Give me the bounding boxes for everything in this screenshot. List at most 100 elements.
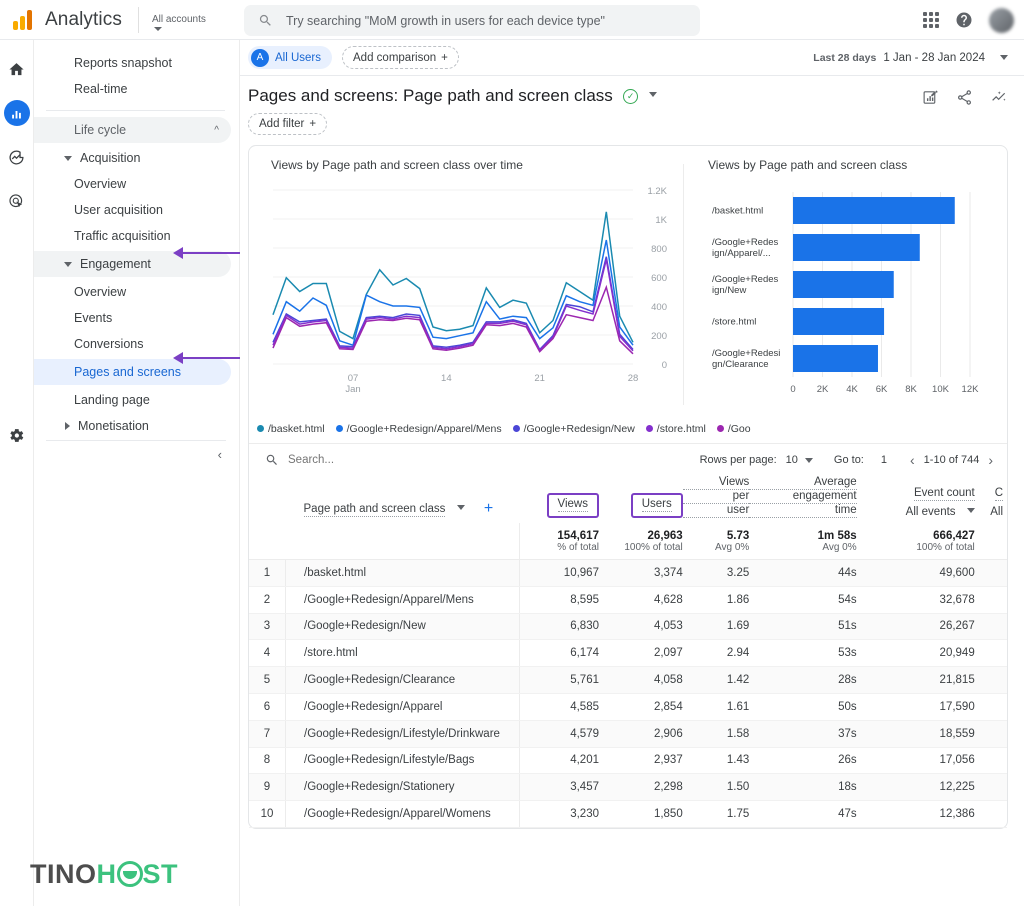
- bar[interactable]: [793, 197, 955, 224]
- bar[interactable]: [793, 308, 885, 335]
- share-icon[interactable]: [956, 89, 973, 106]
- table-search-input[interactable]: [288, 454, 488, 466]
- row-page-path: /Google+Redesign/Lifestyle/Drinkware: [285, 720, 521, 748]
- rows-per-page-select[interactable]: 10: [786, 454, 813, 466]
- table-row[interactable]: 8/Google+Redesign/Lifestyle/Bags 4,201 2,9…: [249, 747, 1007, 775]
- table-row[interactable]: 6/Google+Redesign/Apparel 4,585 2,854 1.61 5…: [249, 693, 1007, 721]
- bar-chart-title: Views by Page path and screen class: [708, 158, 908, 172]
- row-page-path: /Google+Redesign/Apparel/Womens: [285, 800, 521, 828]
- audience-avatar: A: [251, 48, 269, 67]
- event-filter-value[interactable]: All events: [906, 506, 956, 518]
- row-event-count: 32,678: [856, 586, 975, 614]
- bar-chart[interactable]: 0 2K 4K 6K 8K 10K 12K/basket.html/Google+Redes…: [708, 178, 993, 406]
- table-row[interactable]: 3/Google+Redesign/New 6,830 4,053 1.69 51s 26…: [249, 613, 1007, 641]
- home-icon[interactable]: [4, 56, 30, 82]
- plus-icon: +: [441, 51, 448, 64]
- row-page-path: /Google+Redesign/Apparel: [285, 693, 521, 721]
- sidebar-item-engagement-overview[interactable]: Overview: [34, 279, 231, 305]
- divider: [137, 6, 139, 33]
- column-header-views[interactable]: Views: [520, 476, 599, 523]
- table-row[interactable]: 5/Google+Redesign/Clearance 5,761 4,058 1.4…: [249, 666, 1007, 694]
- legend-item[interactable]: /basket.html: [257, 423, 325, 435]
- sidebar-item-traffic-acquisition[interactable]: Traffic acquisition: [34, 223, 231, 249]
- table-row[interactable]: 1/basket.html 10,967 3,374 3.25 44s 49,600: [249, 559, 1007, 587]
- sidebar-item-user-acquisition[interactable]: User acquisition: [34, 197, 231, 223]
- column-header-event-count[interactable]: Event count All events: [857, 476, 975, 523]
- row-index: 2: [249, 586, 286, 614]
- column-header-views-per-user[interactable]: Views per user: [682, 476, 750, 523]
- row-users: 2,097: [598, 639, 683, 668]
- legend-item[interactable]: /Goo: [716, 423, 751, 435]
- sidebar-item-events[interactable]: Events: [34, 305, 231, 331]
- sidebar-item-acquisition-overview[interactable]: Overview: [34, 171, 231, 197]
- column-header-average-engagement-time[interactable]: Average engagement time: [749, 476, 857, 523]
- column-header-conversions[interactable]: C All: [975, 476, 1007, 523]
- row-views-per-user: 3.25: [682, 559, 750, 587]
- gear-icon[interactable]: [4, 422, 30, 448]
- prev-page-button[interactable]: ‹: [910, 452, 915, 468]
- explore-icon[interactable]: [4, 144, 30, 170]
- legend-item[interactable]: /Google+Redesign/Apparel/Mens: [335, 423, 502, 435]
- insights-icon[interactable]: [990, 89, 1008, 106]
- all-users-chip[interactable]: A All Users: [248, 46, 333, 69]
- legend-item[interactable]: /Google+Redesign/New: [512, 423, 635, 435]
- column-header-users[interactable]: Users: [599, 476, 683, 523]
- sidebar-item-monetisation[interactable]: Monetisation: [34, 413, 231, 439]
- go-to-input[interactable]: 1: [881, 454, 887, 466]
- table-row[interactable]: 9/Google+Redesign/Stationery 3,457 2,298 1.…: [249, 773, 1007, 802]
- bar[interactable]: [793, 345, 878, 372]
- table-search[interactable]: [265, 453, 700, 467]
- global-search[interactable]: [244, 5, 700, 36]
- add-dimension-button[interactable]: +: [484, 500, 493, 517]
- sidebar-item-acquisition[interactable]: Acquisition: [34, 145, 231, 171]
- table-row[interactable]: 4/store.html 6,174 2,097 2.94 53s 20,949: [249, 639, 1007, 668]
- status-badge[interactable]: ✓: [623, 89, 639, 104]
- bar-category-label: gn/Clearance: [712, 359, 769, 370]
- x-axis-tick-label: Jan: [345, 384, 360, 395]
- row-users: 2,937: [598, 747, 683, 775]
- legend-label: /basket.html: [268, 423, 325, 435]
- legend-item[interactable]: /store.html: [645, 423, 706, 435]
- line-chart[interactable]: 0 200 400 600 800 1K 1.2K 07Jan 14 21 28: [271, 178, 681, 408]
- sidebar-item-conversions[interactable]: Conversions: [34, 331, 231, 357]
- total-events-sub: 100% of total: [916, 542, 975, 553]
- sidebar-item-engagement[interactable]: Engagement: [34, 251, 231, 277]
- column-header-dimension[interactable]: Page path and screen class +: [286, 476, 520, 523]
- column-label-line1: Average: [749, 476, 857, 490]
- add-comparison-button[interactable]: Add comparison +: [342, 46, 459, 69]
- bar-category-label: /store.html: [712, 317, 756, 328]
- reports-icon[interactable]: [3, 100, 30, 126]
- avatar[interactable]: [989, 7, 1014, 33]
- collapse-sidebar-button[interactable]: ‹: [34, 441, 240, 462]
- y-axis-tick-label: 1.2K: [647, 186, 667, 197]
- chevron-down-icon: [1000, 55, 1008, 60]
- help-circle-icon[interactable]: [955, 11, 973, 29]
- search-input[interactable]: [286, 13, 686, 28]
- row-event-count: 12,386: [856, 800, 975, 828]
- date-range-picker[interactable]: Last 28 days 1 Jan - 28 Jan 2024: [813, 52, 1008, 64]
- row-views: 5,761: [519, 666, 599, 694]
- main-content: A All Users Add comparison + Last 28 day…: [240, 40, 1024, 906]
- sidebar-item-real-time[interactable]: Real-time: [34, 76, 231, 102]
- x-axis-tick-label: 4K: [846, 384, 858, 395]
- table-row[interactable]: 2/Google+Redesign/Apparel/Mens 8,595 4,628…: [249, 586, 1007, 614]
- next-page-button[interactable]: ›: [988, 452, 993, 468]
- row-conversions: [974, 720, 1007, 748]
- customize-report-icon[interactable]: [922, 89, 939, 106]
- bar[interactable]: [793, 234, 920, 261]
- chevron-down-icon[interactable]: [649, 92, 658, 97]
- table-row[interactable]: 7/Google+Redesign/Lifestyle/Drinkware 4,5…: [249, 720, 1007, 748]
- advertising-icon[interactable]: [4, 188, 30, 214]
- row-conversions: [974, 613, 1007, 641]
- sidebar-item-landing-page[interactable]: Landing page: [34, 387, 231, 413]
- conversion-filter-value[interactable]: All: [975, 506, 1003, 518]
- bar[interactable]: [793, 271, 894, 298]
- sidebar-section-life-cycle[interactable]: Life cycle ^: [34, 117, 231, 143]
- add-filter-button[interactable]: Add filter +: [248, 113, 328, 135]
- sidebar-item-label: Events: [74, 311, 113, 325]
- table-row[interactable]: 10/Google+Redesign/Apparel/Womens 3,230 1,…: [249, 800, 1007, 828]
- sidebar-item-pages-and-screens[interactable]: Pages and screens: [34, 359, 231, 385]
- account-selector[interactable]: All accounts: [152, 14, 218, 31]
- sidebar-item-reports-snapshot[interactable]: Reports snapshot: [34, 50, 231, 76]
- apps-grid-icon[interactable]: [923, 12, 939, 28]
